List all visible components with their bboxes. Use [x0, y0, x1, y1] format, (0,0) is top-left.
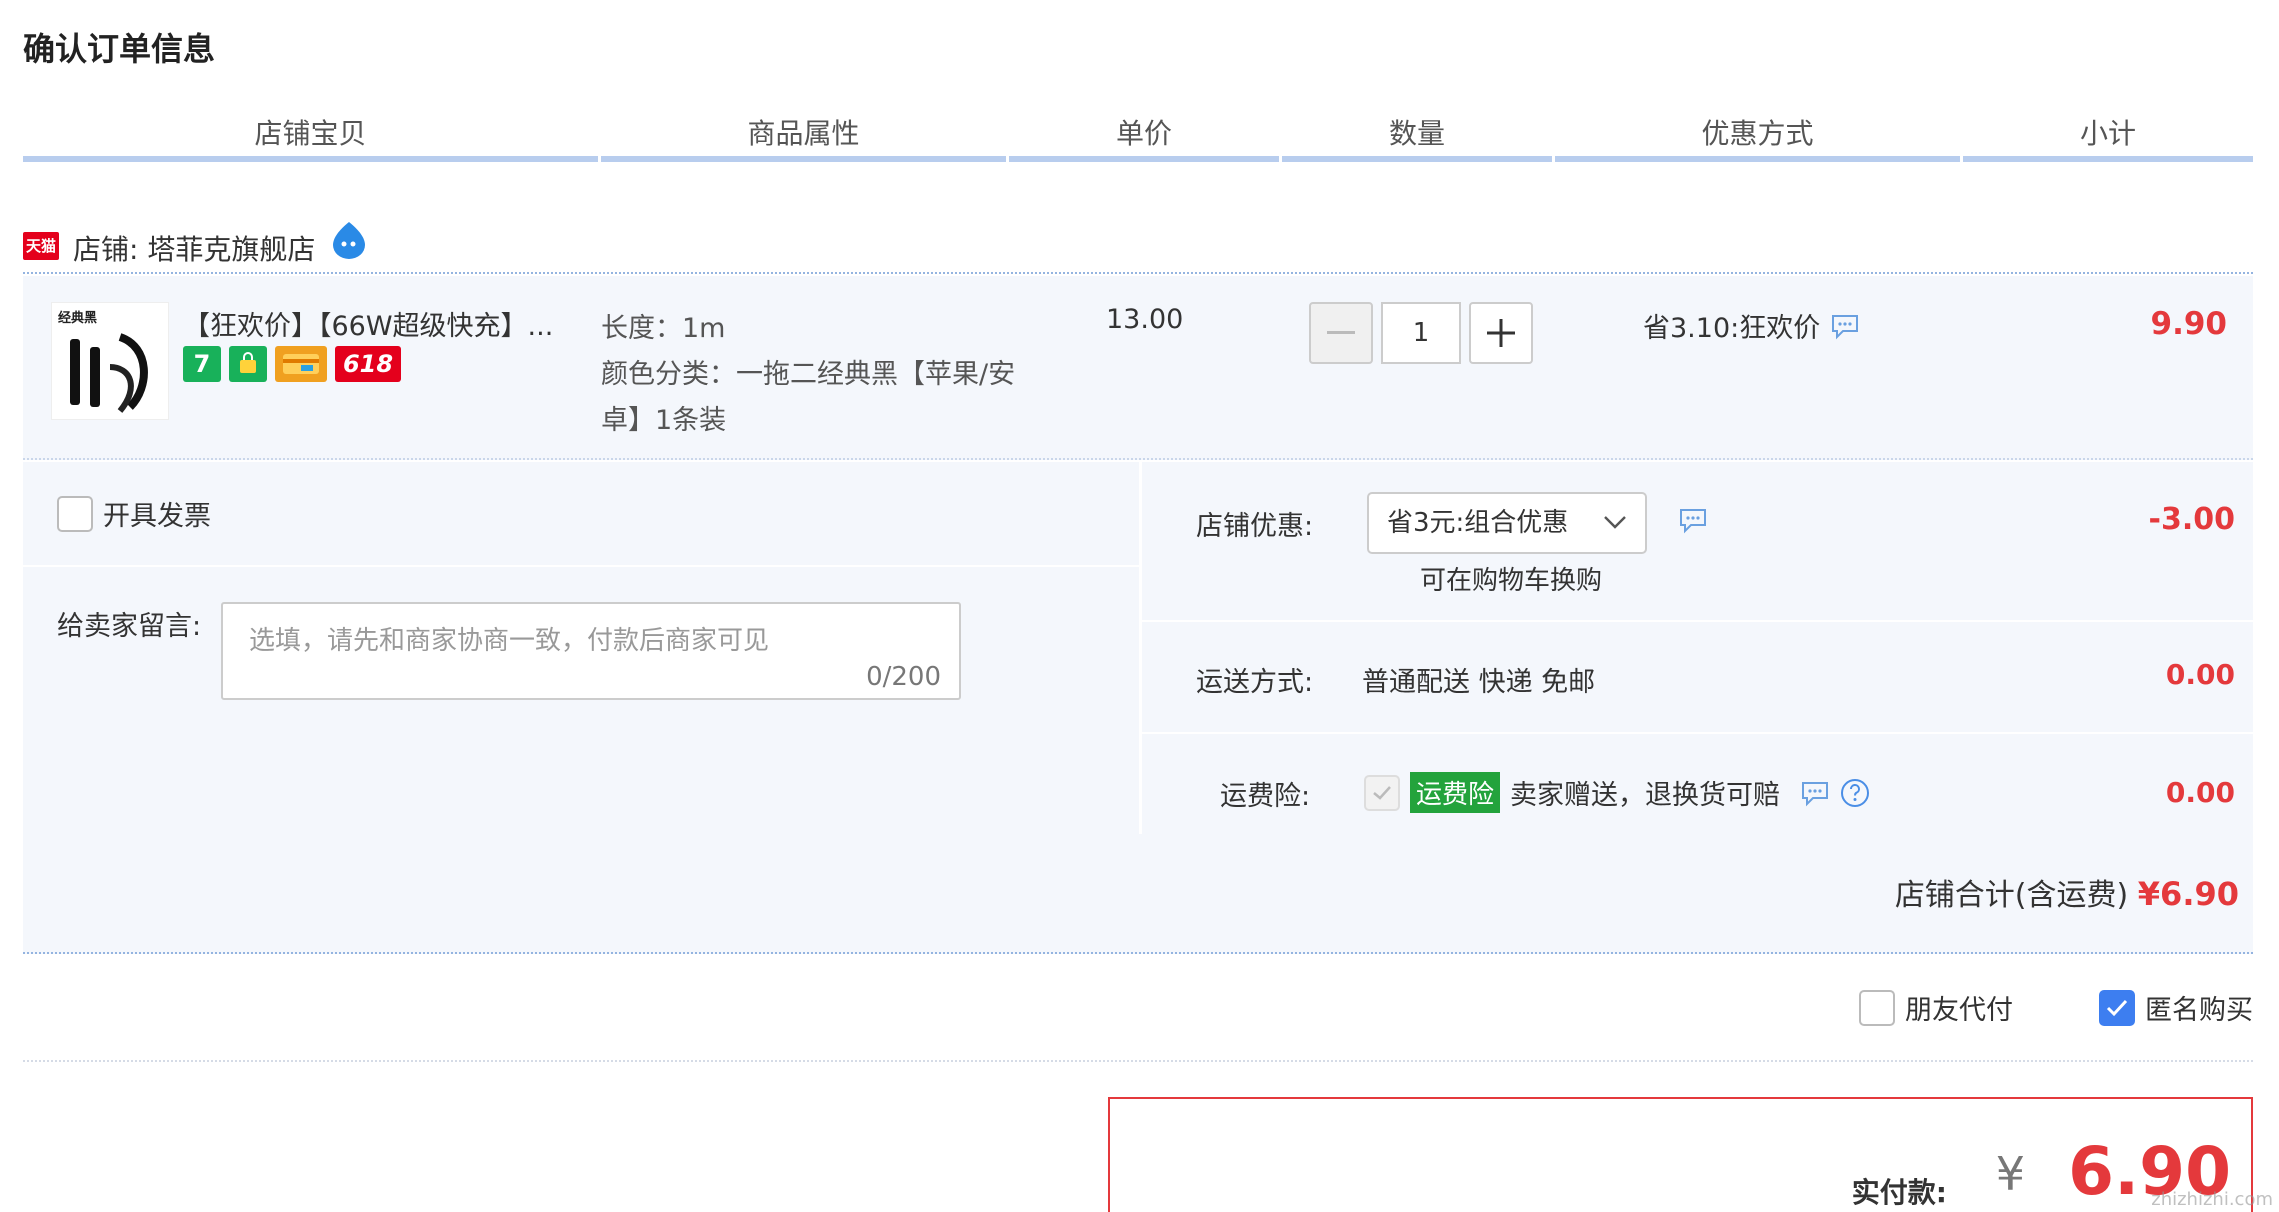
- wangwang-chat-icon[interactable]: [329, 220, 369, 260]
- item-subtotal: 9.90: [2150, 306, 2228, 342]
- shopping-bag-badge: [229, 346, 267, 382]
- insurance-badge: 运费险: [1410, 772, 1501, 813]
- product-title-link[interactable]: 【狂欢价】【66W超级快充】...: [183, 304, 593, 343]
- credit-card-icon: [283, 354, 319, 374]
- invoice-checkbox[interactable]: [57, 495, 93, 532]
- decrease-quantity-button[interactable]: [1309, 302, 1373, 364]
- insurance-text: 卖家赠送，退换货可赔: [1510, 780, 1781, 811]
- insurance-label: 运费险:: [1220, 781, 1311, 812]
- shop-total: 店铺合计(含运费) ¥6.90: [1895, 870, 2239, 914]
- invoice-option[interactable]: 开具发票: [57, 494, 211, 533]
- unit-price: 13.00: [1106, 304, 1184, 335]
- tmall-badge: 天猫: [23, 232, 59, 260]
- payment-label: 实付款:: [1851, 1176, 1947, 1209]
- shop-total-row: 店铺合计(含运费) ¥6.90: [23, 834, 2253, 954]
- cable-product-icon: [70, 333, 148, 413]
- order-item-row: 经典黑 【狂欢价】【66W超级快充】... 7 618 长度：1m 颜色分类：一…: [23, 276, 2253, 460]
- thumb-caption: 经典黑: [58, 311, 98, 326]
- insurance-checkbox: [1364, 774, 1400, 811]
- col-header-price: 单价: [1009, 114, 1279, 162]
- shop-discount-select[interactable]: 省3元:组合优惠: [1367, 492, 1647, 554]
- col-header-item: 店铺宝贝: [23, 114, 598, 162]
- col-header-props: 商品属性: [601, 114, 1006, 162]
- comment-icon[interactable]: [1800, 779, 1830, 807]
- 618-promo-badge: 618: [335, 346, 401, 382]
- promo-text: 省3.10:狂欢价: [1643, 313, 1821, 344]
- shop-discount-selected: 省3元:组合优惠: [1387, 508, 1569, 538]
- shipping-amount: 0.00: [2165, 658, 2235, 691]
- attr-length: 长度：1m: [601, 313, 726, 344]
- bag-icon: [240, 352, 256, 373]
- card-payment-badge: [275, 346, 327, 382]
- check-icon: [1373, 785, 1391, 800]
- invoice-label: 开具发票: [103, 501, 211, 532]
- shop-total-amount: ¥6.90: [2137, 875, 2239, 913]
- attr-color: 颜色分类：一拖二经典黑【苹果/安卓】1条装: [601, 359, 1016, 436]
- check-icon: [2106, 999, 2128, 1016]
- watermark: zhizhizhi.com: [2151, 1189, 2273, 1210]
- quantity-input[interactable]: 1: [1381, 302, 1461, 364]
- memo-char-counter: 0/200: [866, 662, 941, 692]
- col-header-subtotal: 小计: [1963, 114, 2253, 162]
- product-thumbnail[interactable]: 经典黑: [51, 302, 169, 420]
- divider: [23, 565, 1141, 567]
- minus-icon: [1327, 331, 1355, 334]
- anonymous-buy-checkbox[interactable]: [2099, 989, 2135, 1026]
- shop-discount-hint-link[interactable]: 可在购物车换购: [1420, 560, 1602, 597]
- comment-icon[interactable]: [1678, 506, 1708, 534]
- insurance-amount: 0.00: [2165, 776, 2235, 809]
- payment-currency: ¥: [1995, 1147, 2025, 1201]
- shop-row: 天猫 店铺: 塔菲克旗舰店: [23, 222, 2253, 274]
- insurance-option: 运费险 卖家赠送，退换货可赔: [1364, 772, 1870, 813]
- friend-pay-option[interactable]: 朋友代付: [1859, 988, 2013, 1027]
- anonymous-buy-option[interactable]: 匿名购买: [2099, 988, 2253, 1027]
- shipping-label: 运送方式:: [1196, 667, 1314, 698]
- seller-message-textarea[interactable]: 选填，请先和商家协商一致，付款后商家可见 0/200: [221, 602, 961, 700]
- plus-icon: [1487, 319, 1515, 347]
- shop-discount-amount: -3.00: [2148, 502, 2235, 537]
- product-attributes: 长度：1m 颜色分类：一拖二经典黑【苹果/安卓】1条装: [601, 306, 1021, 444]
- shop-total-label: 店铺合计(含运费): [1894, 878, 2129, 913]
- shipping-method: 普通配送 快递 免邮: [1362, 667, 1596, 698]
- anonymous-buy-label: 匿名购买: [2145, 995, 2253, 1026]
- friend-pay-label: 朋友代付: [1905, 995, 2013, 1026]
- memo-placeholder: 选填，请先和商家协商一致，付款后商家可见: [249, 626, 770, 656]
- col-header-promo: 优惠方式: [1555, 114, 1960, 162]
- shop-discount-label: 店铺优惠:: [1196, 511, 1314, 542]
- chevron-down-icon: [1604, 516, 1626, 529]
- order-extras-panel: 开具发票 给卖家留言: 选填，请先和商家协商一致，付款后商家可见 0/200: [23, 462, 1141, 834]
- shop-name-link[interactable]: 店铺: 塔菲克旗舰店: [73, 228, 315, 268]
- payment-summary-box: 实付款: ¥ 6.90: [1108, 1097, 2253, 1212]
- help-question-icon[interactable]: [1840, 778, 1870, 808]
- quantity-stepper: 1: [1309, 302, 1533, 364]
- shop-summary-panel: 店铺优惠: 省3元:组合优惠 可在购物车换购 -3.00 运送方式: 普通配送 …: [1142, 462, 2253, 834]
- col-header-qty: 数量: [1282, 114, 1552, 162]
- friend-pay-checkbox[interactable]: [1859, 989, 1895, 1026]
- service-badges: 7 618: [183, 346, 401, 382]
- comment-icon[interactable]: [1830, 312, 1860, 340]
- divider: [1139, 462, 1141, 834]
- increase-quantity-button[interactable]: [1469, 302, 1533, 364]
- payment-options-row: 朋友代付 匿名购买: [23, 956, 2253, 1062]
- divider: [1142, 620, 2253, 622]
- seven-day-return-badge: 7: [183, 346, 221, 382]
- memo-label: 给卖家留言:: [57, 611, 202, 642]
- item-promotion: 省3.10:狂欢价: [1643, 306, 1860, 345]
- page-title: 确认订单信息: [23, 30, 216, 68]
- divider: [1142, 732, 2253, 734]
